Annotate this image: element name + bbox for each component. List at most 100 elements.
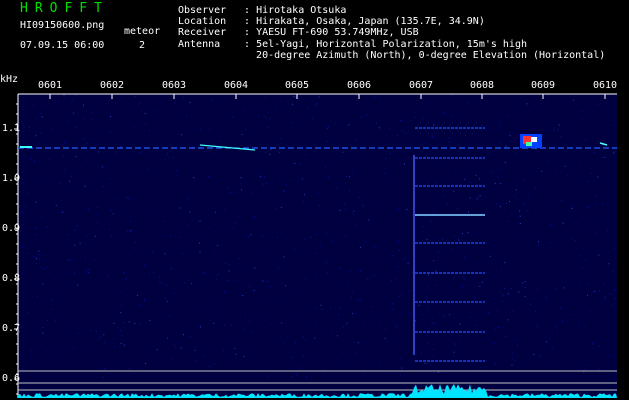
noise-dot <box>212 143 214 145</box>
noise-dot <box>247 235 249 237</box>
noise-dot <box>302 336 304 338</box>
info-row-antenna: Antenna: 5el-Yagi, Horizontal Polarizati… <box>178 38 527 50</box>
noise-dot <box>597 103 599 105</box>
noise-dot <box>572 205 574 207</box>
noise-dot <box>511 140 513 142</box>
noise-dot <box>494 182 496 184</box>
noise-dot <box>364 371 366 373</box>
noise-dot <box>75 126 77 128</box>
noise-dot <box>305 376 307 378</box>
noise-dot <box>121 334 123 336</box>
noise-dot <box>266 126 268 128</box>
noise-dot <box>414 116 416 118</box>
noise-dot <box>276 98 278 100</box>
noise-dot <box>128 236 130 238</box>
noise-dot <box>120 342 122 344</box>
noise-dot <box>396 135 398 136</box>
noise-dot <box>424 142 426 144</box>
noise-dot <box>209 129 211 131</box>
noise-dot <box>281 322 283 324</box>
noise-dot <box>113 322 115 324</box>
noise-dot <box>462 276 464 278</box>
noise-dot <box>507 293 509 295</box>
noise-dot <box>21 368 23 370</box>
noise-dot <box>269 118 271 120</box>
noise-dot <box>262 195 264 197</box>
noise-dot <box>208 227 210 229</box>
noise-dot <box>170 268 172 270</box>
noise-dot <box>464 257 466 259</box>
noise-dot <box>189 211 191 213</box>
noise-dot <box>30 158 32 160</box>
noise-dot <box>483 159 485 161</box>
noise-dot <box>524 219 526 221</box>
noise-dot <box>448 141 450 143</box>
noise-dot <box>291 357 293 359</box>
noise-dot <box>317 193 319 194</box>
noise-dot <box>487 150 489 152</box>
noise-dot <box>568 131 570 133</box>
noise-dot <box>254 216 256 218</box>
noise-dot <box>281 283 283 285</box>
y-tick-label: 0.9 <box>2 223 21 234</box>
noise-dot <box>561 224 562 225</box>
noise-dot <box>400 374 401 376</box>
noise-dot <box>426 361 428 363</box>
noise-dot <box>372 319 374 321</box>
noise-dot <box>400 358 402 360</box>
noise-dot <box>42 283 44 285</box>
noise-dot <box>51 129 53 131</box>
noise-dot <box>395 278 397 280</box>
noise-dot <box>527 194 529 196</box>
noise-dot <box>228 270 230 272</box>
noise-dot <box>111 271 113 273</box>
noise-dot <box>42 326 44 328</box>
x-tick-label: 0608 <box>470 80 495 91</box>
noise-dot <box>428 274 429 276</box>
noise-dot <box>454 187 456 189</box>
noise-dot <box>392 255 393 257</box>
noise-dot <box>70 175 72 177</box>
noise-dot <box>327 176 329 178</box>
noise-dot <box>63 313 65 315</box>
noise-dot <box>496 123 498 125</box>
noise-dot <box>511 214 512 216</box>
noise-dot <box>297 292 299 294</box>
noise-dot <box>504 262 506 263</box>
noise-dot <box>174 102 176 104</box>
noise-dot <box>319 244 321 246</box>
noise-dot <box>429 135 431 137</box>
noise-dot <box>506 203 507 204</box>
noise-dot <box>469 316 471 318</box>
noise-dot <box>581 110 583 112</box>
noise-dot <box>38 250 40 252</box>
noise-dot <box>426 238 428 240</box>
noise-dot <box>183 97 184 98</box>
noise-dot <box>287 115 289 116</box>
noise-dot <box>392 308 394 310</box>
noise-dot <box>580 255 581 257</box>
noise-dot <box>254 267 256 269</box>
noise-dot <box>124 236 126 237</box>
noise-dot <box>351 169 353 171</box>
noise-dot <box>183 241 185 243</box>
noise-dot <box>88 269 90 271</box>
noise-dot <box>120 146 122 148</box>
noise-dot <box>357 299 359 300</box>
noise-dot <box>513 340 515 342</box>
noise-dot <box>474 159 476 161</box>
noise-dot <box>529 303 531 305</box>
noise-dot <box>427 343 428 345</box>
noise-dot <box>58 101 59 103</box>
noise-dot <box>212 99 214 101</box>
noise-dot <box>551 345 553 347</box>
noise-dot <box>113 338 115 340</box>
noise-dot <box>181 253 183 255</box>
noise-dot <box>526 104 528 106</box>
noise-dot <box>96 214 97 216</box>
meteor-echo-core <box>526 142 532 146</box>
noise-dot <box>215 307 217 309</box>
noise-dot <box>128 254 130 256</box>
noise-dot <box>613 124 615 126</box>
noise-dot <box>54 348 56 350</box>
